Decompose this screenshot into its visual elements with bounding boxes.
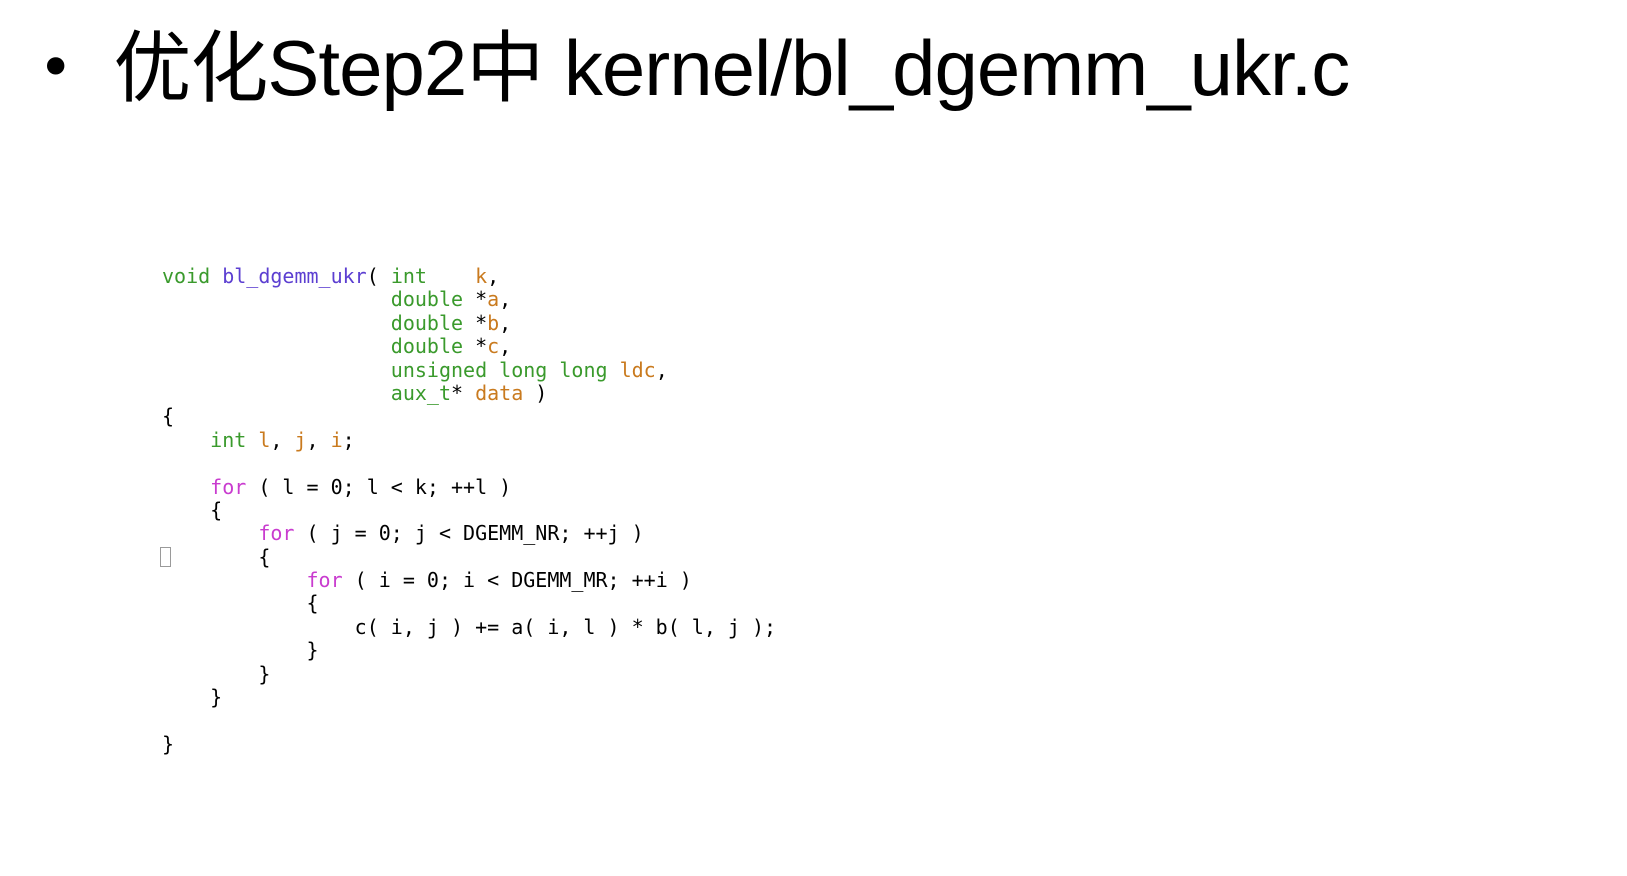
code-token: ( i = 0; i < DGEMM_MR; ++i ) (342, 568, 692, 593)
code-token: double (390, 287, 464, 312)
code-token: ( j = 0; j < DGEMM_NR; ++j ) (294, 521, 644, 546)
code-token: for (306, 568, 343, 593)
code-token: double (390, 334, 464, 359)
code-line: { (162, 497, 776, 522)
code-line: c( i, j ) += a( i, l ) * b( l, j ); (162, 614, 777, 639)
code-line: for ( i = 0; i < DGEMM_MR; ++i ) (162, 568, 776, 593)
code-token: ) (523, 380, 548, 405)
code-token: j (294, 427, 307, 452)
code-token: ; (342, 427, 355, 452)
code-token: int (390, 264, 427, 288)
code-line: } (162, 639, 776, 662)
code-token: , (499, 334, 512, 359)
code-line: } (162, 661, 776, 686)
code-token: ( (366, 264, 391, 288)
code-line: ​ (162, 452, 776, 475)
code-token: a (487, 287, 500, 312)
code-block: void bl_dgemm_ukr( int k, double *a, dou… (162, 264, 777, 756)
code-token: * (463, 334, 488, 359)
code-token: * (451, 380, 476, 405)
code-token: double (390, 310, 464, 335)
code-token: c( i, j ) += a( i, l ) * b( l, j ); (162, 614, 777, 639)
code-token: * (463, 310, 488, 335)
code-token: c (487, 334, 500, 359)
code-token: , (499, 310, 512, 335)
code-line: } (162, 731, 776, 756)
code-token: } (162, 731, 175, 756)
code-token: b (487, 310, 500, 335)
slide-title-row: • 优化Step2中 kernel/bl_dgemm_ukr.c (38, 8, 1350, 128)
code-line: for ( j = 0; j < DGEMM_NR; ++j ) (162, 522, 776, 545)
code-token: } (162, 661, 271, 686)
code-line: aux_t* data ) (162, 380, 776, 405)
code-token: { (162, 497, 223, 522)
code-line: { (162, 592, 776, 615)
code-line: double *b, (162, 310, 776, 335)
code-line: { (162, 544, 776, 569)
code-token: * (463, 287, 488, 312)
code-line: { (162, 405, 776, 428)
code-token: , (306, 427, 331, 452)
code-line: double *a, (162, 288, 776, 311)
code-token: ldc (619, 357, 656, 382)
code-line: ​ (162, 709, 776, 732)
code-token: , (499, 287, 512, 312)
code-token: ( l = 0; l < k; ++l ) (246, 474, 512, 499)
code-token: { (162, 544, 271, 569)
code-token: for (258, 521, 295, 546)
code-line: double *c, (162, 334, 776, 359)
code-token: void (162, 264, 211, 288)
code-token: } (162, 638, 319, 663)
code-token: { (162, 591, 319, 616)
code-line: } (162, 685, 776, 710)
code-token: data (475, 380, 524, 405)
code-token: unsigned long long (390, 357, 608, 382)
slide: • 优化Step2中 kernel/bl_dgemm_ukr.c void bl… (0, 0, 1627, 876)
code-token: , (270, 427, 295, 452)
code-token: int (210, 427, 247, 452)
bullet-icon: • (38, 33, 74, 103)
code-token: { (162, 404, 175, 429)
code-token: , (655, 357, 668, 382)
code-token: bl_dgemm_ukr (222, 264, 367, 288)
code-token: k (475, 264, 488, 288)
code-token: for (210, 474, 247, 499)
code-line: unsigned long long ldc, (162, 357, 776, 382)
code-token: l (258, 427, 271, 452)
code-token: i (330, 427, 343, 452)
code-token: } (162, 685, 223, 710)
code-token: aux_t (390, 380, 451, 405)
code-line: void bl_dgemm_ukr( int k, (162, 264, 776, 288)
code-line: for ( l = 0; l < k; ++l ) (162, 474, 776, 499)
code-token: , (487, 264, 500, 288)
slide-title: 优化Step2中 kernel/bl_dgemm_ukr.c (113, 24, 1350, 112)
code-line: int l, j, i; (162, 427, 776, 452)
